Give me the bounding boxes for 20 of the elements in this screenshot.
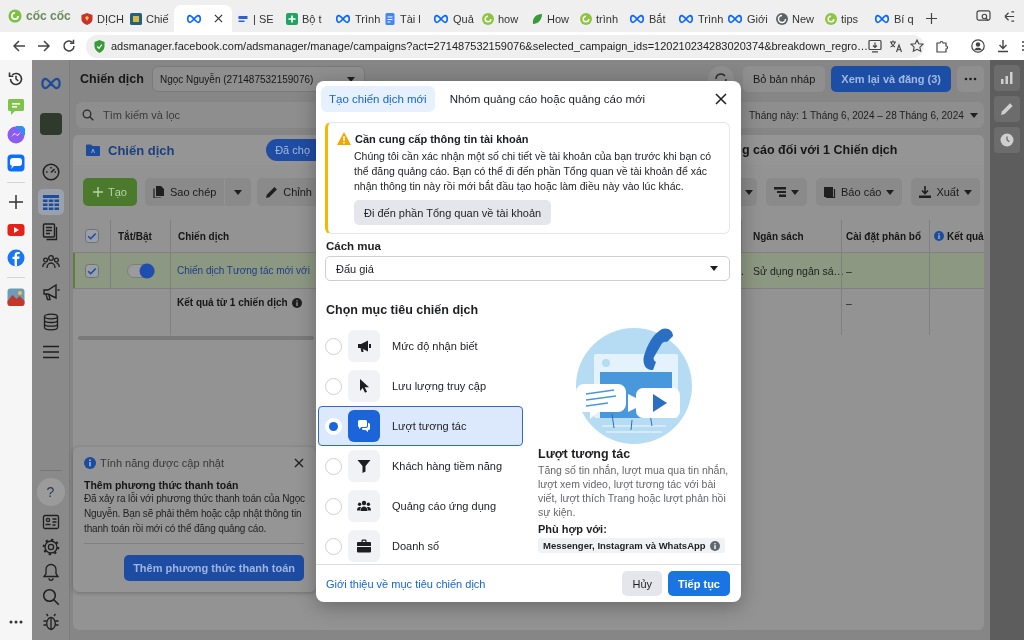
notice-title: Tính năng được cập nhật xyxy=(100,457,225,469)
page-title: Chiến dịch xyxy=(80,72,144,86)
notice-heading: Thêm phương thức thanh toán xyxy=(84,479,240,491)
objective-title: Lượt tương tác xyxy=(538,447,632,461)
section-heading: Chọn mục tiêu chiến dịch xyxy=(326,303,480,317)
field-label: Cách mua xyxy=(326,240,382,252)
table-cell: Sử dụng ngân sá… xyxy=(753,264,845,277)
objective-description: Tăng số tin nhắn, lượt mua qua tin nhắn, lượt xem video, lượt tương tác với bài viết, lượt thích Trang hoặc lượt phản hồi sự kiện. xyxy=(538,463,730,519)
fit-label: Phù hợp với: xyxy=(538,523,608,535)
browser-brand-name: cốc cốc xyxy=(26,9,71,23)
summary-row-label: Kết quả từ 1 chiến dịch xyxy=(177,297,288,308)
table-cell: . xyxy=(741,264,744,277)
notice-text: Đã xảy ra lỗi với phương thức thanh toán của Ngọc Nguyễn. Bạn sẽ phải thêm hoặc cập nhật thông tin thanh toán rồi mới có thể đăng quảng cáo. xyxy=(84,492,306,536)
placement-text: Messenger, Instagram và WhatsApp xyxy=(543,540,706,551)
table-cell: – xyxy=(846,264,852,277)
search-placeholder: Tìm kiếm và lọc xyxy=(103,109,180,121)
warning-title: Cần cung cấp thông tin tài khoản xyxy=(355,132,529,145)
table-cell: – xyxy=(846,297,852,309)
section-summary: g cáo đối với 1 Chiến dịch xyxy=(741,143,898,157)
warning-text: Chúng tôi cần xác nhận một số chi tiết về tài khoản của bạn trước khi bạn có thể đăng quảng cáo. Bạn có thể đi đến phần Tổng quan về tài khoản để xác nhận thông tin này rồi mới bắt đầu tạo hoặc làm điều này vào lúc khác. xyxy=(353,149,713,194)
